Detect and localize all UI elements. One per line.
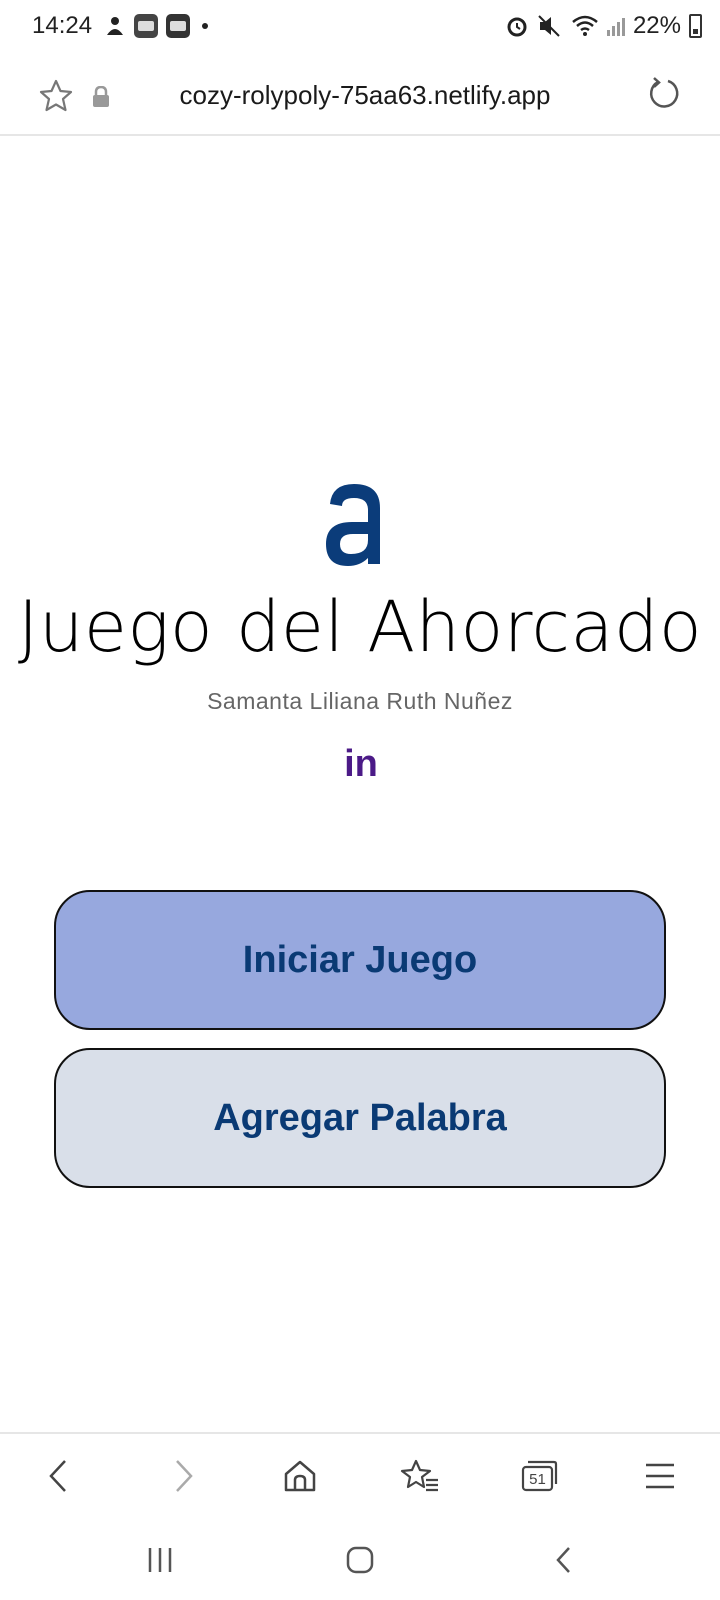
linkedin-link[interactable]: in (338, 744, 384, 784)
page-title: Juego del Ahorcado (17, 586, 703, 668)
home-button-icon[interactable] (336, 1540, 384, 1580)
browser-toolbar: 51 (0, 1432, 720, 1522)
mute-icon (538, 15, 560, 37)
recent-apps-icon[interactable] (136, 1540, 184, 1580)
forward-icon[interactable] (158, 1452, 206, 1500)
tab-count: 51 (529, 1471, 546, 1488)
back-icon[interactable] (36, 1452, 84, 1500)
bookmarks-icon[interactable] (396, 1452, 444, 1500)
battery-icon (689, 14, 702, 38)
status-right-icons: 22% (505, 12, 702, 40)
lock-icon[interactable] (92, 86, 110, 108)
star-icon[interactable] (38, 78, 74, 114)
status-bar: 14:24 22% (0, 0, 720, 56)
battery-percent: 22% (632, 12, 681, 39)
person-icon (107, 17, 123, 35)
system-back-icon[interactable] (540, 1540, 588, 1580)
burger-king-app-icon (134, 14, 158, 38)
url-text[interactable]: cozy-rolypoly-75aa63.netlify.app (130, 80, 600, 111)
system-nav-bar (0, 1522, 720, 1600)
screen: 14:24 22% cozy-rolypoly-75aa63.netlify.a… (0, 0, 720, 1600)
home-icon[interactable] (276, 1452, 324, 1500)
menu-icon[interactable] (636, 1452, 684, 1500)
tabs-icon[interactable]: 51 (516, 1452, 564, 1500)
notification-icons (104, 14, 208, 38)
signal-icon (606, 16, 625, 36)
reload-icon[interactable] (646, 76, 682, 112)
alarm-icon (507, 17, 527, 37)
more-notifications-dot (202, 23, 208, 29)
add-word-button[interactable]: Agregar Palabra (54, 1048, 666, 1188)
status-time: 14:24 (32, 12, 93, 39)
wifi-icon (572, 15, 598, 36)
logo-icon (326, 484, 380, 566)
start-game-button[interactable]: Iniciar Juego (54, 890, 666, 1030)
news-app-icon (166, 14, 190, 38)
author-name: Samanta Liliana Ruth Nuñez (207, 688, 513, 714)
browser-url-bar: cozy-rolypoly-75aa63.netlify.app (0, 56, 720, 136)
